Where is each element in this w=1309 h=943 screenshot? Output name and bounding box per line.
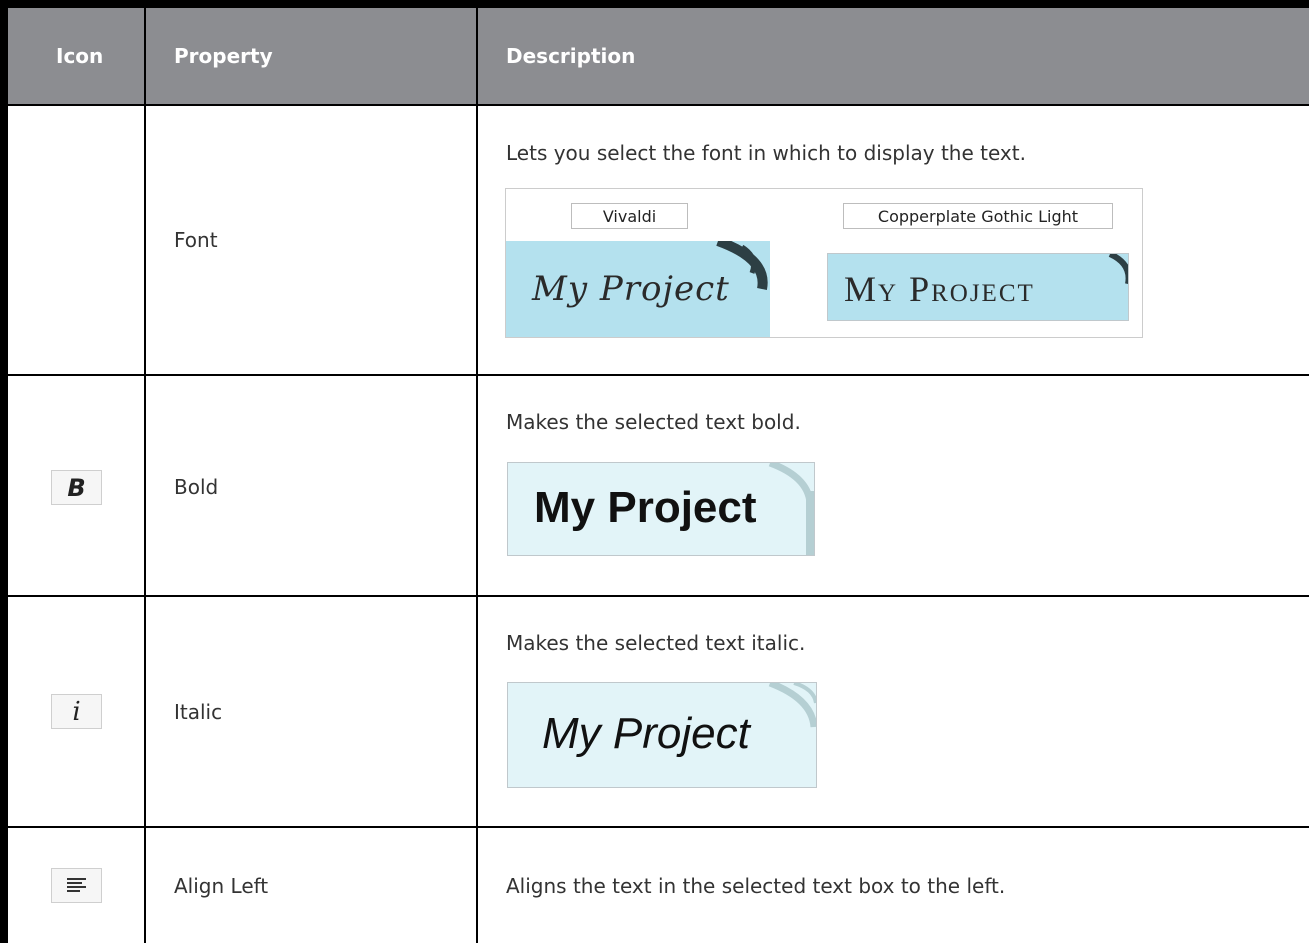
italic-example-image: My Project — [507, 682, 817, 788]
row-divider — [8, 826, 1309, 828]
italic-icon: i — [51, 694, 102, 729]
table-header: Icon Property Description — [8, 8, 1309, 104]
property-table: Icon Property Description Font Lets you … — [0, 0, 1309, 943]
column-divider — [144, 8, 146, 943]
font-name-copperplate: Copperplate Gothic Light — [843, 203, 1113, 229]
bold-example-image: My Project — [507, 462, 815, 556]
property-italic: Italic — [174, 700, 223, 724]
row-divider — [8, 374, 1309, 376]
row-divider — [8, 595, 1309, 597]
header-property: Property — [174, 44, 273, 68]
table-left-border — [0, 0, 8, 943]
vivaldi-sample-text: My Project — [532, 269, 730, 309]
table-top-border — [0, 0, 1309, 8]
font-example-image: Vivaldi Copperplate Gothic Light My Proj… — [505, 188, 1143, 338]
bold-icon: B — [51, 470, 102, 505]
bold-sample-text: My Project — [534, 483, 757, 532]
italic-icon-glyph: i — [72, 696, 81, 727]
font-name-vivaldi: Vivaldi — [571, 203, 688, 229]
column-divider — [476, 8, 478, 943]
property-align-left: Align Left — [174, 874, 269, 898]
description-font: Lets you select the font in which to dis… — [506, 141, 1026, 165]
property-bold: Bold — [174, 475, 219, 499]
italic-sample-text: My Project — [542, 709, 750, 758]
align-left-icon-glyph — [67, 878, 86, 892]
property-font: Font — [174, 228, 218, 252]
description-align-left: Aligns the text in the selected text box… — [506, 874, 1006, 898]
copperplate-sample: My Project — [827, 253, 1129, 321]
bold-icon-glyph: B — [67, 473, 86, 502]
vivaldi-sample: My Project — [506, 241, 770, 337]
align-left-icon — [51, 868, 102, 903]
row-divider — [8, 104, 1309, 106]
copperplate-sample-text: My Project — [844, 269, 1035, 309]
description-bold: Makes the selected text bold. — [506, 410, 801, 434]
header-description: Description — [506, 44, 636, 68]
header-icon: Icon — [56, 44, 104, 68]
description-italic: Makes the selected text italic. — [506, 631, 806, 655]
